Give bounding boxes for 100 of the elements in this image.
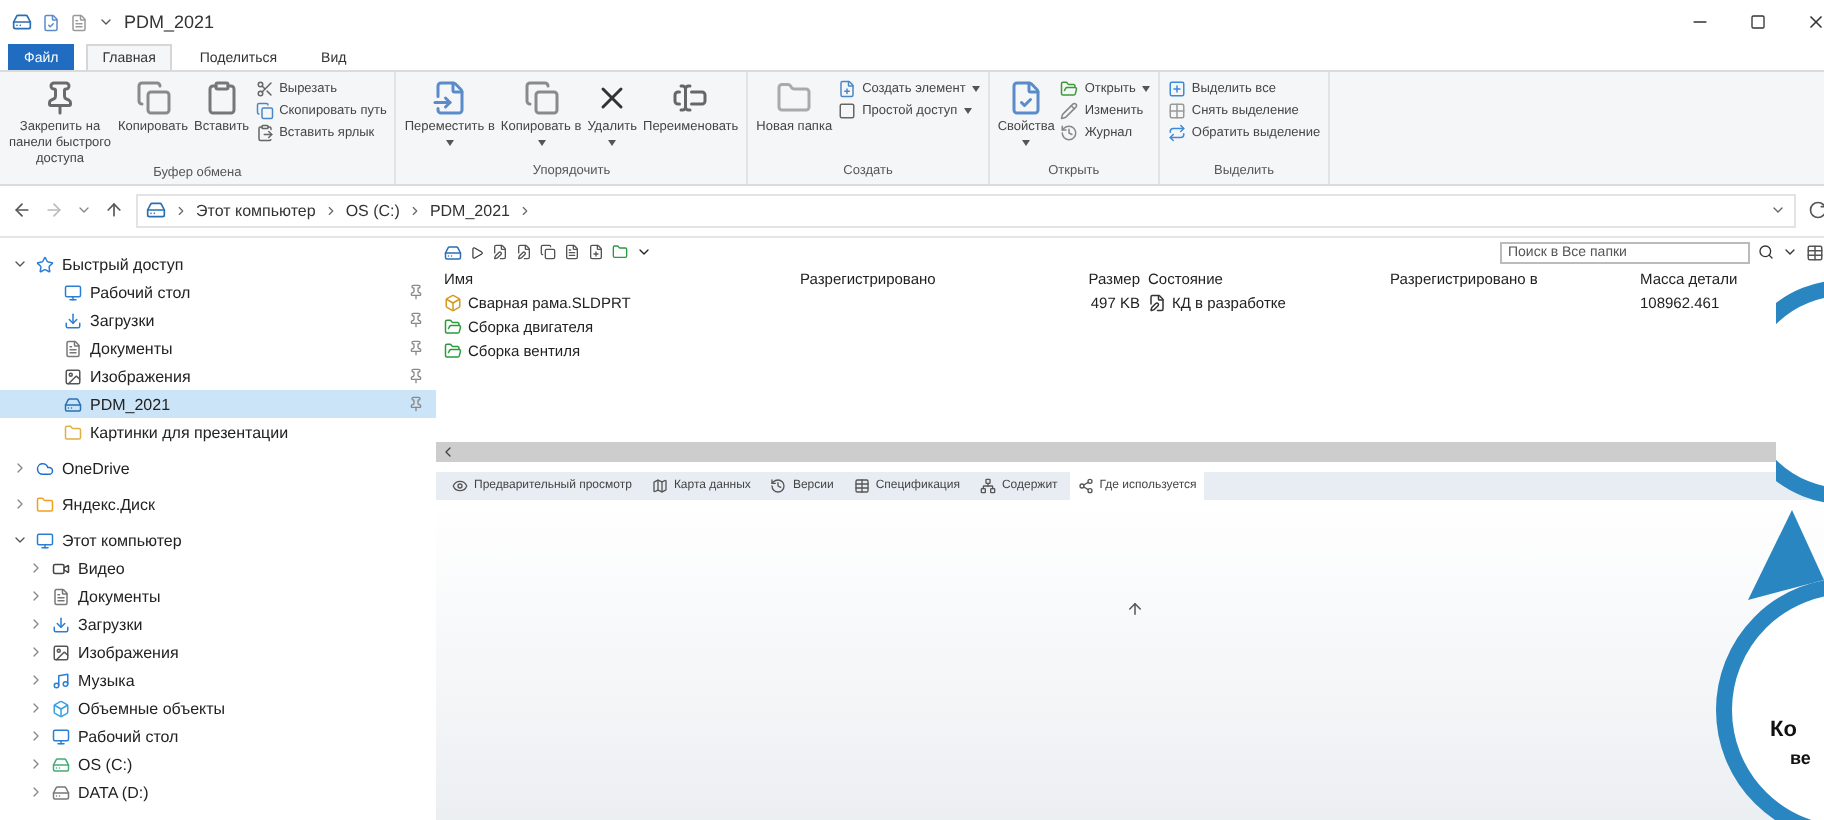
file-plus-icon [588, 244, 604, 260]
maximize-icon [1750, 14, 1766, 30]
chevron-right-icon [407, 203, 422, 217]
chevron-down-icon [12, 256, 28, 272]
caret-icon [608, 139, 617, 146]
where-used-icon [1077, 478, 1094, 494]
caret-icon [1141, 86, 1150, 92]
music-icon [52, 671, 70, 689]
preview-icon [452, 478, 468, 494]
pin-icon [408, 368, 424, 384]
address-bar[interactable]: Этот компьютер OS (C:) PDM_2021 [136, 193, 1796, 227]
computer-icon [36, 531, 54, 549]
data-card-icon [651, 478, 668, 494]
copy-icon [540, 244, 556, 260]
sidebar-item[interactable]: Яндекс.Диск [0, 490, 436, 518]
forward-icon [44, 200, 64, 220]
monitor-icon [52, 727, 70, 745]
refresh-icon [1808, 200, 1824, 220]
sidebar-item[interactable]: Видео [0, 554, 436, 582]
cube-icon [52, 699, 70, 717]
state-icon [1148, 293, 1166, 311]
caret-icon [971, 86, 980, 92]
image-icon [52, 643, 70, 661]
sidebar-item[interactable]: Изображения [0, 638, 436, 666]
pin-icon [42, 80, 78, 116]
caret-icon [76, 202, 92, 218]
caret-icon [537, 139, 546, 146]
sidebar-item[interactable]: DATA (D:) [0, 778, 436, 806]
breadcrumb[interactable]: PDM_2021 [429, 201, 510, 219]
pin-icon [408, 340, 424, 356]
cloud-icon [36, 459, 54, 477]
pin-icon [408, 284, 424, 300]
copy-icon [135, 80, 171, 116]
download-icon [64, 311, 82, 329]
star-icon [36, 255, 54, 273]
breadcrumb[interactable]: Этот компьютер [196, 201, 316, 219]
pencil-icon [1060, 102, 1079, 120]
sidebar-item[interactable]: Картинки для презентации [0, 418, 436, 446]
sidebar-item[interactable]: Объемные объекты [0, 694, 436, 722]
vault-icon [444, 243, 462, 261]
copy-icon [255, 102, 274, 120]
sidebar-item[interactable]: Рабочий стол [0, 278, 436, 306]
sidebar-item[interactable]: Загрузки [0, 610, 436, 638]
sidebar-item[interactable]: Музыка [0, 666, 436, 694]
sidebar-item[interactable]: OneDrive [0, 454, 436, 482]
file-plus-icon [838, 80, 857, 98]
chevron-right-icon [174, 203, 188, 217]
chevron-down-icon [12, 532, 28, 548]
drive-icon [52, 755, 70, 773]
sidebar-item[interactable]: OS (C:) [0, 750, 436, 778]
grid-icon [1167, 102, 1186, 120]
chevron-right-icon [12, 460, 28, 476]
scrollbar[interactable] [436, 442, 1776, 462]
vault-icon [64, 395, 82, 413]
scissors-icon [255, 80, 274, 98]
sidebar-item[interactable]: Документы [0, 334, 436, 362]
callout-text: ве [1790, 748, 1811, 768]
sidebar-item[interactable]: Этот компьютер [0, 526, 436, 554]
sidebar-item[interactable]: Быстрый доступ [0, 250, 436, 278]
callout-text: Ко [1770, 718, 1797, 742]
tree-icon [979, 478, 996, 494]
download-icon [52, 615, 70, 633]
sidebar-item[interactable]: Загрузки [0, 306, 436, 334]
sidebar-item[interactable]: Документы [0, 582, 436, 610]
move-icon [431, 80, 468, 116]
sidebar-item[interactable]: Изображения [0, 362, 436, 390]
play-icon [470, 245, 484, 259]
chevron-right-icon [323, 203, 338, 217]
checkmark-icon [42, 13, 60, 31]
versions-icon [770, 478, 787, 494]
monitor-icon [64, 283, 82, 301]
chevron-right-icon [517, 203, 532, 217]
breadcrumb[interactable]: OS (C:) [345, 201, 400, 219]
vault-icon [146, 200, 166, 220]
pin-icon [408, 312, 424, 328]
copy-icon [523, 80, 560, 116]
paste-icon [255, 124, 274, 142]
scroll-left-icon [440, 444, 456, 460]
dropdown-icon [1770, 202, 1786, 218]
video-icon [52, 559, 70, 577]
properties-icon [1008, 80, 1045, 116]
grid-icon [1167, 80, 1186, 98]
back-icon [12, 200, 32, 220]
up-icon [104, 200, 124, 220]
sidebar-item[interactable]: PDM_2021 [0, 390, 436, 418]
caret-icon [445, 139, 454, 146]
swap-icon [1167, 124, 1186, 142]
table-icon [853, 478, 870, 494]
caret-icon [636, 244, 652, 260]
caret-icon [98, 14, 114, 30]
part-icon [444, 293, 462, 311]
history-icon [1060, 124, 1079, 142]
pin-icon [408, 396, 424, 412]
image-icon [64, 367, 82, 385]
search-icon [1758, 244, 1774, 260]
rename-icon [672, 80, 709, 116]
caret-icon [1022, 139, 1031, 146]
drive-icon [52, 783, 70, 801]
window-title: PDM_2021 [124, 12, 215, 32]
sidebar-item[interactable]: Рабочий стол [0, 722, 436, 750]
